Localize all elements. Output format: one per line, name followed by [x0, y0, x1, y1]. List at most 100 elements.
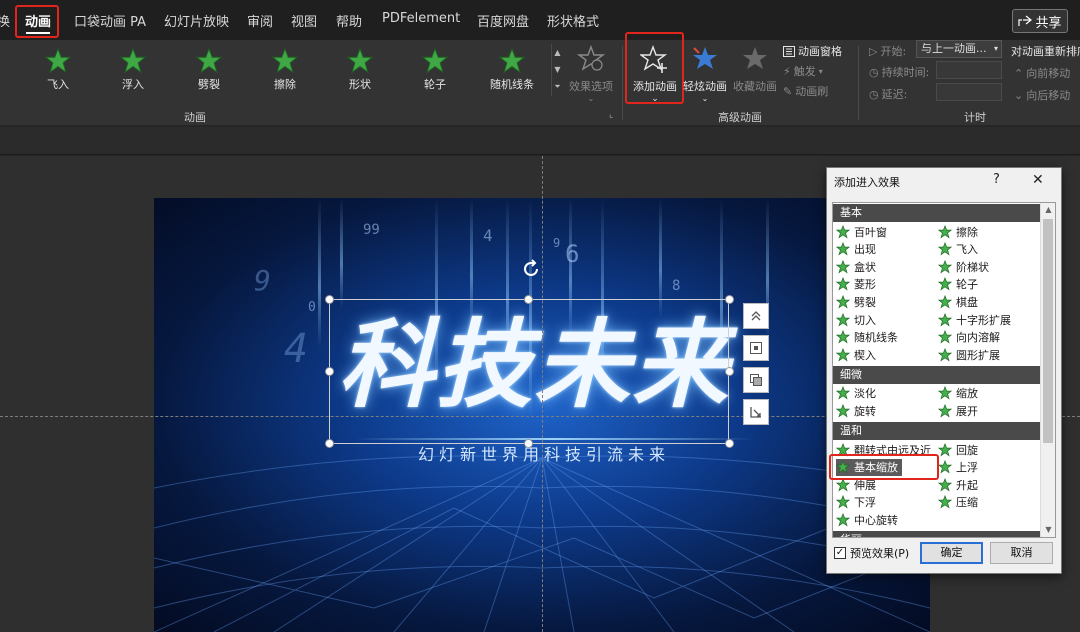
resize-handle-top-right[interactable]	[725, 295, 734, 304]
gallery-more-icon[interactable]: ⏷	[552, 78, 563, 95]
help-icon[interactable]: ?	[993, 172, 1000, 187]
tab-help[interactable]: 帮助	[336, 11, 362, 30]
tab-baidu-netdisk[interactable]: 百度网盘	[477, 11, 529, 30]
collapse-toolbar-button[interactable]	[743, 303, 769, 329]
tab-pdfelement[interactable]: PDFelement	[382, 11, 460, 26]
tab-slideshow[interactable]: 幻灯片放映	[164, 11, 229, 30]
effect-item[interactable]: 向内溶解	[938, 329, 1000, 346]
duration-spinner[interactable]	[936, 61, 1002, 79]
animation-gallery-item[interactable]: 随机线条	[482, 47, 542, 97]
resize-handle-bottom[interactable]	[524, 439, 533, 448]
effect-item[interactable]: 百叶窗	[836, 223, 887, 240]
effect-item[interactable]: 中心旋转	[836, 511, 898, 528]
effect-star-icon	[938, 347, 952, 362]
effect-item-label: 中心旋转	[854, 513, 898, 527]
favorite-animation-button[interactable]: 收藏动画	[731, 44, 779, 94]
resize-handle-bottom-left[interactable]	[325, 439, 334, 448]
effect-item[interactable]: 棋盘	[938, 293, 978, 310]
effect-item[interactable]: 缩放	[938, 385, 978, 402]
effect-item[interactable]: 出现	[836, 241, 876, 258]
effect-options-label: 效果选项	[569, 80, 613, 93]
gallery-scroll-up-icon[interactable]: ▲	[552, 44, 563, 61]
slide-digit: 8	[672, 278, 681, 294]
scrollbar-thumb[interactable]	[1043, 219, 1053, 443]
effect-item[interactable]: 轮子	[938, 276, 978, 293]
effect-star-icon	[938, 294, 952, 309]
gallery-scroll-buttons[interactable]: ▲ ▼ ⏷	[551, 44, 563, 96]
effect-item[interactable]: 上浮	[938, 459, 978, 476]
animation-gallery-label: 轮子	[424, 78, 446, 91]
effect-item[interactable]: 盒状	[836, 258, 876, 275]
effect-item[interactable]: 升起	[938, 476, 978, 493]
green-star-icon	[195, 47, 223, 74]
share-button[interactable]: 共享	[1012, 9, 1068, 33]
effect-item[interactable]: 淡化	[836, 385, 876, 402]
effect-star-icon	[938, 386, 952, 400]
effect-item[interactable]: 阶梯状	[938, 258, 989, 275]
dialog-title: 添加进入效果	[834, 176, 900, 189]
rotate-handle-icon[interactable]	[520, 258, 542, 280]
effect-item[interactable]: 压缩	[938, 494, 978, 511]
resize-handle-top[interactable]	[524, 295, 533, 304]
preview-effect-checkbox[interactable]: ✓ 预览效果(P)	[834, 545, 909, 561]
arrange-button[interactable]	[743, 367, 769, 393]
effect-item[interactable]: 十字形扩展	[938, 311, 1011, 328]
effect-star-icon	[938, 224, 952, 238]
resize-handle-left[interactable]	[325, 367, 334, 376]
scroll-down-icon[interactable]: ▼	[1041, 523, 1055, 537]
move-later-button[interactable]: ⌄ 向后移动	[1014, 87, 1070, 103]
effect-item[interactable]: 圆形扩展	[938, 346, 1000, 363]
resize-handle-right[interactable]	[725, 367, 734, 376]
effect-item[interactable]: 菱形	[836, 276, 876, 293]
effect-item[interactable]: 劈裂	[836, 293, 876, 310]
effect-item[interactable]: 飞入	[938, 241, 978, 258]
effect-item[interactable]: 下浮	[836, 494, 876, 511]
effect-item[interactable]: 展开	[938, 402, 978, 419]
effect-star-icon	[836, 403, 850, 418]
selection-box[interactable]	[329, 299, 729, 444]
slide-subtitle[interactable]: 幻灯新世界用科技引流未来	[354, 441, 734, 465]
start-dropdown[interactable]: 与上一动画... ▾	[916, 40, 1002, 58]
checkbox-check-icon[interactable]: ✓	[834, 547, 846, 559]
animation-pane-button[interactable]: 动画窗格	[783, 43, 842, 59]
animation-gallery-item[interactable]: 飞入	[28, 47, 88, 97]
slide-digit: 0	[308, 300, 316, 315]
close-icon[interactable]: ✕	[1032, 172, 1044, 188]
gallery-scroll-down-icon[interactable]: ▼	[552, 61, 563, 78]
green-star-icon	[44, 47, 72, 74]
trigger-button[interactable]: ⚡ 触发 ▾	[783, 63, 823, 79]
delay-spinner[interactable]	[936, 83, 1002, 101]
effect-item[interactable]: 楔入	[836, 346, 876, 363]
move-earlier-button[interactable]: ⌃ 向前移动	[1014, 65, 1070, 81]
effect-star-icon	[938, 442, 952, 456]
effect-item[interactable]: 切入	[836, 311, 876, 328]
effect-options-button[interactable]: 效果选项 ⌄	[566, 44, 616, 103]
animation-painter-button[interactable]: ✎ 动画刷	[783, 83, 828, 99]
animation-gallery-item[interactable]: 形状	[330, 47, 390, 97]
tab-pocket-animation[interactable]: 口袋动画 PA	[74, 11, 146, 30]
crop-button[interactable]	[743, 399, 769, 425]
dialog-launcher-icon[interactable]: ⌞	[609, 110, 613, 120]
tab-review[interactable]: 审阅	[247, 11, 273, 30]
effect-item[interactable]: 随机线条	[836, 329, 898, 346]
layout-options-button[interactable]	[743, 335, 769, 361]
effect-star-icon	[836, 277, 850, 291]
animation-gallery-item[interactable]: 擦除	[255, 47, 315, 97]
animation-gallery-item[interactable]: 轮子	[405, 47, 465, 97]
tab-shape-format[interactable]: 形状格式	[547, 11, 599, 30]
tab-view[interactable]: 视图	[291, 11, 317, 30]
resize-handle-bottom-right[interactable]	[725, 439, 734, 448]
animation-gallery-item[interactable]: 浮入	[103, 47, 163, 97]
effect-item[interactable]: 擦除	[938, 223, 978, 240]
resize-handle-top-left[interactable]	[325, 295, 334, 304]
slide-digit: 4	[284, 326, 309, 372]
effect-list-scrollbar[interactable]: ▲ ▼	[1040, 203, 1055, 537]
animation-gallery-item[interactable]: 劈裂	[179, 47, 239, 97]
cancel-button[interactable]: 取消	[990, 542, 1053, 564]
tab-transitions[interactable]: 换	[0, 11, 10, 30]
fancy-animation-button[interactable]: 轻炫动画 ⌄	[683, 44, 727, 103]
scroll-up-icon[interactable]: ▲	[1041, 203, 1055, 217]
effect-item[interactable]: 回旋	[938, 441, 978, 458]
effect-item[interactable]: 旋转	[836, 402, 876, 419]
ok-button[interactable]: 确定	[920, 542, 983, 564]
